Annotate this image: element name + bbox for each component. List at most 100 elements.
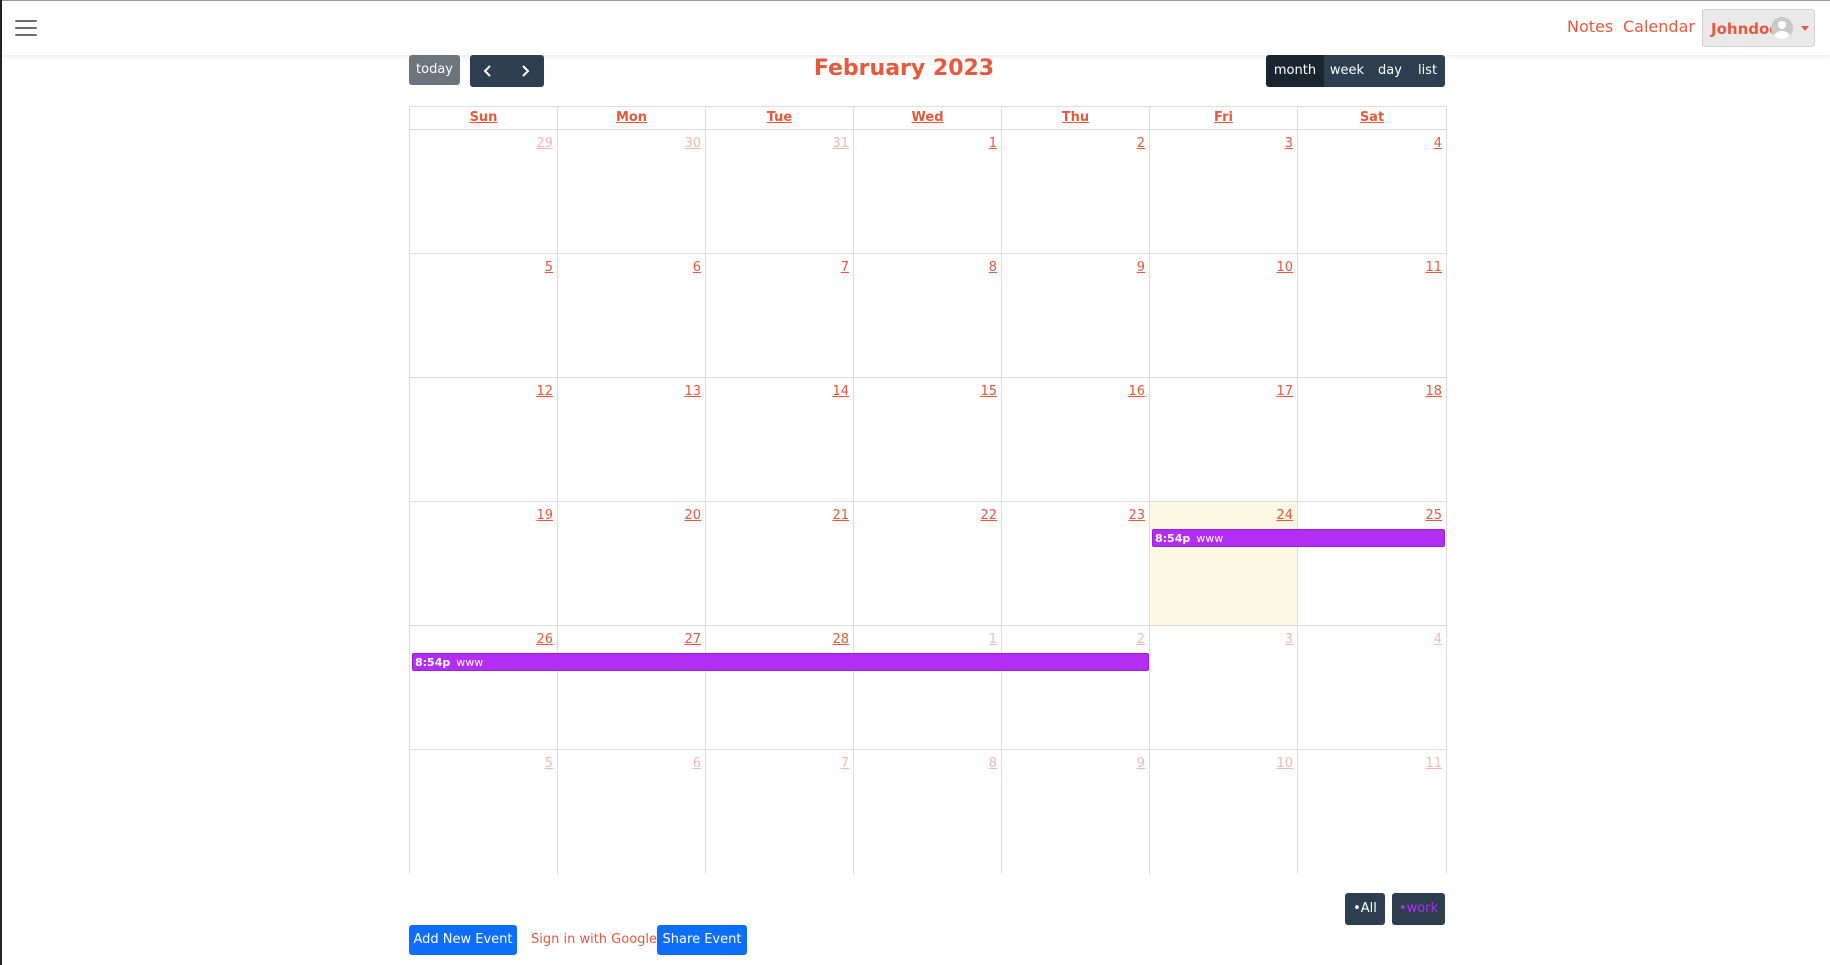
menu-icon[interactable] <box>15 20 37 38</box>
filter-all-button[interactable]: •All <box>1345 893 1385 925</box>
day-cell[interactable]: 12 <box>410 378 558 502</box>
day-number[interactable]: 15 <box>980 384 997 399</box>
day-cell[interactable]: 7 <box>706 750 854 874</box>
day-number[interactable]: 19 <box>536 508 553 523</box>
day-number[interactable]: 11 <box>1425 260 1442 275</box>
day-header-thu[interactable]: Thu <box>1002 107 1150 129</box>
day-number[interactable]: 3 <box>1285 136 1293 151</box>
day-cell[interactable]: 23 <box>1002 502 1150 626</box>
day-number[interactable]: 29 <box>536 136 553 151</box>
day-header-sat[interactable]: Sat <box>1298 107 1446 129</box>
day-number[interactable]: 30 <box>684 136 701 151</box>
day-cell[interactable]: 25 <box>1298 502 1446 626</box>
day-number[interactable]: 4 <box>1434 136 1442 151</box>
day-header-fri[interactable]: Fri <box>1150 107 1298 129</box>
day-header-mon[interactable]: Mon <box>558 107 706 129</box>
day-cell[interactable]: 3 <box>1150 130 1298 254</box>
day-number[interactable]: 11 <box>1425 756 1442 771</box>
day-number[interactable]: 21 <box>832 508 849 523</box>
day-number[interactable]: 14 <box>832 384 849 399</box>
day-number[interactable]: 22 <box>980 508 997 523</box>
view-week-button[interactable]: week <box>1324 55 1370 87</box>
day-number[interactable]: 27 <box>684 632 701 647</box>
day-number[interactable]: 9 <box>1137 756 1145 771</box>
day-cell[interactable]: 30 <box>558 130 706 254</box>
day-cell[interactable]: 22 <box>854 502 1002 626</box>
prev-button[interactable] <box>470 55 507 87</box>
day-number[interactable]: 6 <box>693 260 701 275</box>
day-cell[interactable]: 1 <box>854 626 1002 750</box>
day-number[interactable]: 12 <box>536 384 553 399</box>
day-cell[interactable]: 19 <box>410 502 558 626</box>
day-cell[interactable]: 21 <box>706 502 854 626</box>
day-cell[interactable]: 16 <box>1002 378 1150 502</box>
add-event-button[interactable]: Add New Event <box>409 925 517 955</box>
day-number[interactable]: 8 <box>989 260 997 275</box>
day-number[interactable]: 5 <box>545 756 553 771</box>
day-number[interactable]: 18 <box>1425 384 1442 399</box>
day-cell[interactable]: 10 <box>1150 750 1298 874</box>
day-number[interactable]: 23 <box>1128 508 1145 523</box>
day-number[interactable]: 31 <box>832 136 849 151</box>
day-cell[interactable]: 11 <box>1298 254 1446 378</box>
day-cell[interactable]: 24 <box>1150 502 1298 626</box>
day-cell[interactable]: 9 <box>1002 750 1150 874</box>
day-cell[interactable]: 27 <box>558 626 706 750</box>
day-cell[interactable]: 14 <box>706 378 854 502</box>
day-cell[interactable]: 31 <box>706 130 854 254</box>
day-cell[interactable]: 2 <box>1002 626 1150 750</box>
day-cell[interactable]: 20 <box>558 502 706 626</box>
day-cell[interactable]: 28 <box>706 626 854 750</box>
day-cell[interactable]: 1 <box>854 130 1002 254</box>
day-header-sun[interactable]: Sun <box>410 107 558 129</box>
day-cell[interactable]: 6 <box>558 750 706 874</box>
calendar-event[interactable]: 8:54p www <box>1152 529 1445 547</box>
next-button[interactable] <box>507 55 544 87</box>
day-cell[interactable]: 18 <box>1298 378 1446 502</box>
nav-notes-link[interactable]: Notes <box>1567 17 1613 36</box>
day-number[interactable]: 2 <box>1137 136 1145 151</box>
day-cell[interactable]: 8 <box>854 254 1002 378</box>
day-number[interactable]: 17 <box>1276 384 1293 399</box>
day-cell[interactable]: 10 <box>1150 254 1298 378</box>
view-month-button[interactable]: month <box>1266 55 1324 87</box>
day-cell[interactable]: 6 <box>558 254 706 378</box>
day-cell[interactable]: 7 <box>706 254 854 378</box>
day-cell[interactable]: 5 <box>410 750 558 874</box>
day-number[interactable]: 1 <box>989 632 997 647</box>
day-number[interactable]: 10 <box>1276 756 1293 771</box>
day-cell[interactable]: 2 <box>1002 130 1150 254</box>
day-number[interactable]: 16 <box>1128 384 1145 399</box>
today-button[interactable]: today <box>409 55 460 85</box>
user-menu-button[interactable]: Johndoe <box>1702 9 1815 47</box>
day-number[interactable]: 13 <box>684 384 701 399</box>
day-number[interactable]: 7 <box>841 756 849 771</box>
day-cell[interactable]: 13 <box>558 378 706 502</box>
day-number[interactable]: 1 <box>989 136 997 151</box>
day-header-wed[interactable]: Wed <box>854 107 1002 129</box>
day-cell[interactable]: 15 <box>854 378 1002 502</box>
day-number[interactable]: 24 <box>1276 508 1293 523</box>
day-cell[interactable]: 4 <box>1298 130 1446 254</box>
day-number[interactable]: 2 <box>1137 632 1145 647</box>
day-cell[interactable]: 8 <box>854 750 1002 874</box>
share-event-button[interactable]: Share Event <box>657 925 747 955</box>
day-number[interactable]: 9 <box>1137 260 1145 275</box>
day-cell[interactable]: 26 <box>410 626 558 750</box>
day-number[interactable]: 5 <box>545 260 553 275</box>
google-signin-link[interactable]: Sign in with Google <box>531 925 657 955</box>
day-number[interactable]: 6 <box>693 756 701 771</box>
day-number[interactable]: 28 <box>832 632 849 647</box>
day-cell[interactable]: 17 <box>1150 378 1298 502</box>
calendar-event[interactable]: 8:54p www <box>412 653 1149 671</box>
day-number[interactable]: 8 <box>989 756 997 771</box>
filter-work-button[interactable]: •work <box>1392 893 1445 925</box>
day-number[interactable]: 26 <box>536 632 553 647</box>
view-list-button[interactable]: list <box>1410 55 1445 87</box>
day-cell[interactable]: 9 <box>1002 254 1150 378</box>
day-number[interactable]: 20 <box>684 508 701 523</box>
day-cell[interactable]: 29 <box>410 130 558 254</box>
day-number[interactable]: 7 <box>841 260 849 275</box>
day-number[interactable]: 4 <box>1434 632 1442 647</box>
view-day-button[interactable]: day <box>1370 55 1410 87</box>
